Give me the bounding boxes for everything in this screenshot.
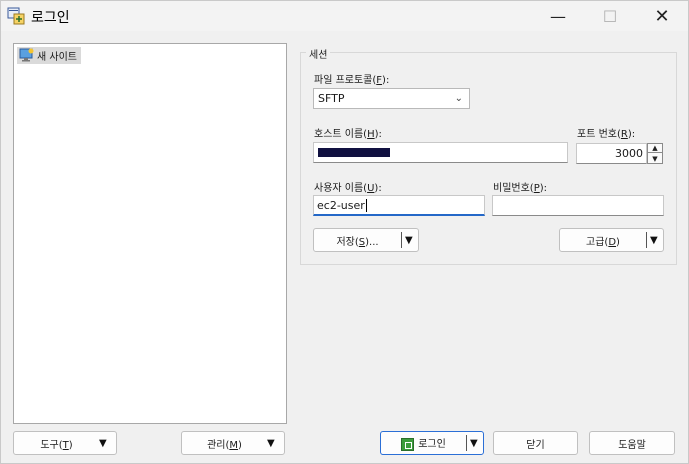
split-divider	[646, 232, 647, 248]
port-input[interactable]: 3000	[576, 143, 647, 164]
advanced-button-label: 고급(D)	[586, 236, 620, 248]
username-value: ec2-user	[317, 198, 365, 212]
text-caret	[365, 198, 367, 212]
username-input[interactable]: ec2-user	[313, 195, 485, 216]
protocol-label: 파일 프로토콜(F):	[314, 75, 390, 86]
dropdown-arrow-icon[interactable]: ▼	[470, 438, 481, 449]
winscp-app-icon	[7, 7, 25, 25]
maximize-button[interactable]: ☐	[587, 1, 633, 31]
help-button[interactable]: 도움말	[589, 431, 675, 455]
site-tree[interactable]: 새 사이트	[13, 43, 287, 424]
split-divider	[466, 435, 467, 451]
title-bar: 로그인 — ☐ ✕	[1, 1, 688, 31]
login-dialog: 로그인 — ☐ ✕ 새 사이트 세션 파일 프로토콜(F): SFTP ⌄ 호스…	[0, 0, 689, 464]
help-button-label: 도움말	[618, 439, 646, 451]
password-label: 비밀번호(P):	[493, 183, 548, 194]
close-window-button[interactable]: ✕	[639, 1, 685, 31]
login-button[interactable]: 로그인 ▼	[380, 431, 484, 455]
dropdown-arrow-icon[interactable]: ▼	[99, 438, 110, 449]
host-label: 호스트 이름(H):	[314, 129, 382, 140]
tree-item-new-site[interactable]: 새 사이트	[17, 47, 81, 64]
close-button-label: 닫기	[526, 439, 545, 451]
spin-up-icon[interactable]: ▲	[648, 144, 662, 153]
advanced-button[interactable]: 고급(D) ▼	[559, 228, 664, 252]
new-site-icon	[19, 48, 34, 62]
redacted-host-overlay	[318, 148, 390, 157]
tools-button-label: 도구(T)	[40, 439, 73, 451]
protocol-select[interactable]: SFTP ⌄	[313, 88, 470, 109]
login-button-label: 로그인	[381, 435, 466, 451]
save-button[interactable]: 저장(S)... ▼	[313, 228, 419, 252]
tools-button[interactable]: 도구(T) ▼	[13, 431, 117, 455]
chevron-down-icon: ⌄	[454, 93, 463, 104]
host-input[interactable]	[313, 142, 568, 163]
login-icon	[401, 437, 415, 451]
save-button-label: 저장(S)...	[336, 236, 379, 248]
dropdown-arrow-icon[interactable]: ▼	[650, 235, 661, 246]
protocol-value: SFTP	[318, 92, 345, 105]
dropdown-arrow-icon[interactable]: ▼	[267, 438, 278, 449]
close-button[interactable]: 닫기	[493, 431, 578, 455]
manage-button[interactable]: 관리(M) ▼	[181, 431, 285, 455]
tree-item-label: 새 사이트	[37, 52, 77, 63]
minimize-button[interactable]: —	[535, 1, 581, 31]
dropdown-arrow-icon[interactable]: ▼	[405, 235, 416, 246]
port-label: 포트 번호(R):	[577, 129, 636, 140]
window-title: 로그인	[31, 10, 70, 26]
manage-button-label: 관리(M)	[207, 439, 242, 451]
port-spinner[interactable]: ▲ ▼	[647, 143, 663, 164]
password-input[interactable]	[492, 195, 664, 216]
port-value: 3000	[615, 147, 643, 160]
split-divider	[401, 232, 402, 248]
spin-down-icon[interactable]: ▼	[648, 154, 662, 163]
session-group-label: 세션	[306, 46, 331, 61]
user-label: 사용자 이름(U):	[314, 183, 382, 194]
